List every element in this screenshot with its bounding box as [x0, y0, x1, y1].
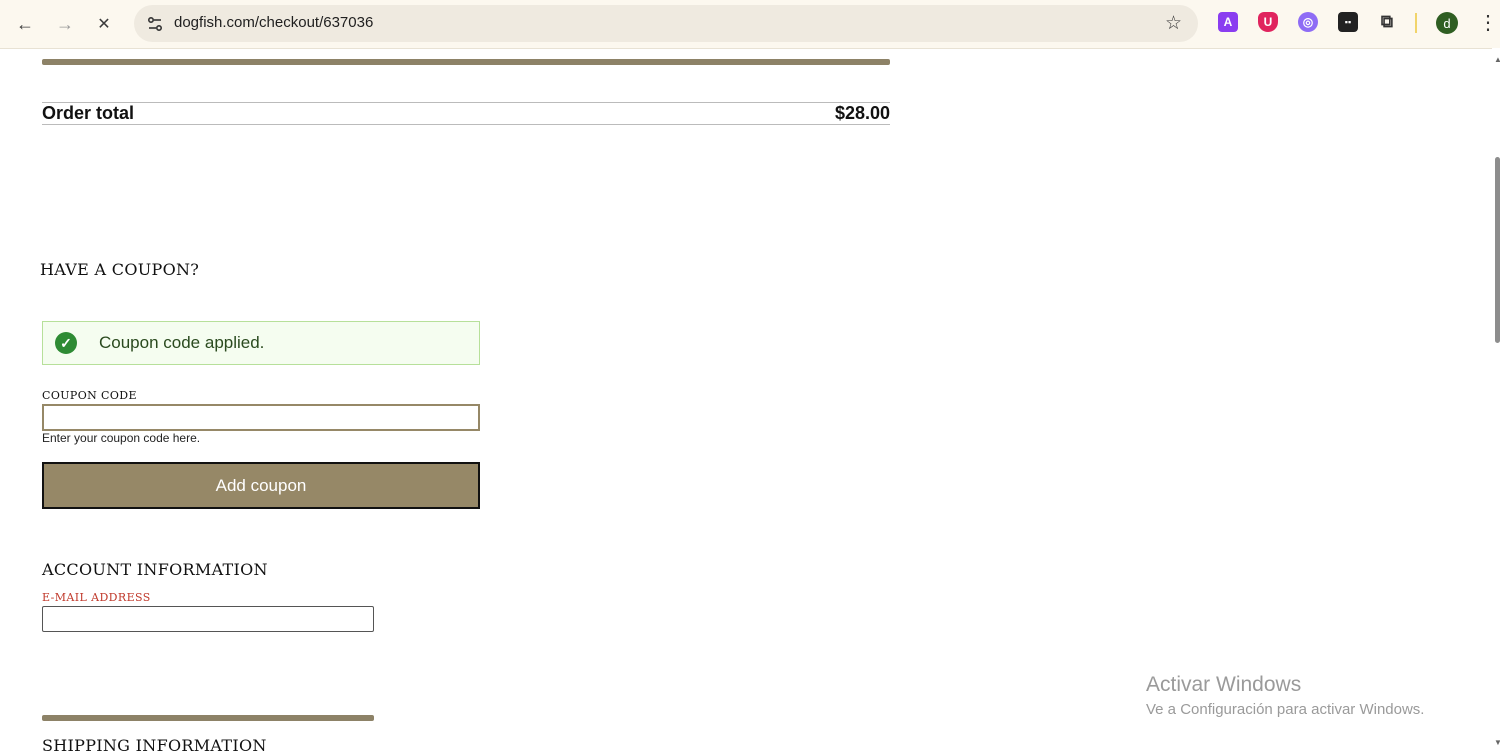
- stop-icon: ✕: [97, 16, 111, 33]
- extensions-puzzle-icon[interactable]: ⧉: [1377, 12, 1397, 32]
- back-button[interactable]: ←: [10, 9, 40, 39]
- order-total-value: $28.00: [834, 103, 890, 123]
- browser-toolbar: ← → ✕ dogfish.com/checkout/637036 ☆ A U …: [0, 0, 1500, 49]
- address-bar[interactable]: dogfish.com/checkout/637036 ☆: [134, 5, 1198, 42]
- coupon-code-hint: Enter your coupon code here.: [42, 431, 201, 445]
- windows-activation-subtitle: Ve a Configuración para activar Windows.: [1146, 701, 1425, 718]
- forward-arrow-icon: →: [56, 13, 74, 34]
- url-text[interactable]: dogfish.com/checkout/637036: [174, 14, 373, 31]
- site-settings-icon[interactable]: [142, 11, 167, 36]
- email-address-label: E-MAIL ADDRESS: [42, 591, 151, 604]
- translate-extension-icon[interactable]: A: [1218, 12, 1238, 32]
- purple-extension-icon[interactable]: ◎: [1298, 12, 1318, 32]
- browser-menu-icon[interactable]: ⋮: [1478, 10, 1498, 35]
- coupon-code-input[interactable]: [42, 404, 480, 431]
- add-coupon-button[interactable]: Add coupon: [42, 462, 480, 509]
- account-information-heading: ACCOUNT INFORMATION: [42, 560, 268, 579]
- section-divider: [42, 715, 374, 721]
- bookmark-star-icon[interactable]: ☆: [1165, 12, 1182, 35]
- windows-activation-title: Activar Windows: [1146, 673, 1302, 696]
- scroll-down-arrow-icon[interactable]: ▼: [1494, 738, 1500, 747]
- shipping-information-heading: SHIPPING INFORMATION: [42, 736, 267, 755]
- scrollbar-thumb[interactable]: [1495, 157, 1500, 343]
- order-total-label: Order total: [42, 103, 135, 123]
- back-arrow-icon: ←: [16, 13, 34, 34]
- stop-loading-button[interactable]: ✕: [89, 9, 119, 39]
- toolbar-divider: [1415, 13, 1417, 33]
- order-total-row: Order total $28.00: [42, 102, 890, 125]
- scroll-up-arrow-icon[interactable]: ▲: [1494, 55, 1500, 64]
- ublock-extension-icon[interactable]: U: [1258, 12, 1278, 32]
- coupon-code-label: COUPON CODE: [42, 389, 137, 402]
- email-address-input[interactable]: [42, 606, 374, 632]
- page-scrollbar[interactable]: [1492, 48, 1500, 754]
- checkmark-icon: ✓: [55, 332, 77, 354]
- forward-button[interactable]: →: [50, 9, 80, 39]
- success-message-text: Coupon code applied.: [99, 333, 265, 352]
- coupon-heading: HAVE A COUPON?: [40, 260, 200, 279]
- section-divider: [42, 59, 890, 65]
- coupon-success-message: ✓ Coupon code applied.: [42, 321, 480, 365]
- tampermonkey-extension-icon[interactable]: ▪▪: [1338, 12, 1358, 32]
- profile-avatar[interactable]: d: [1436, 12, 1458, 34]
